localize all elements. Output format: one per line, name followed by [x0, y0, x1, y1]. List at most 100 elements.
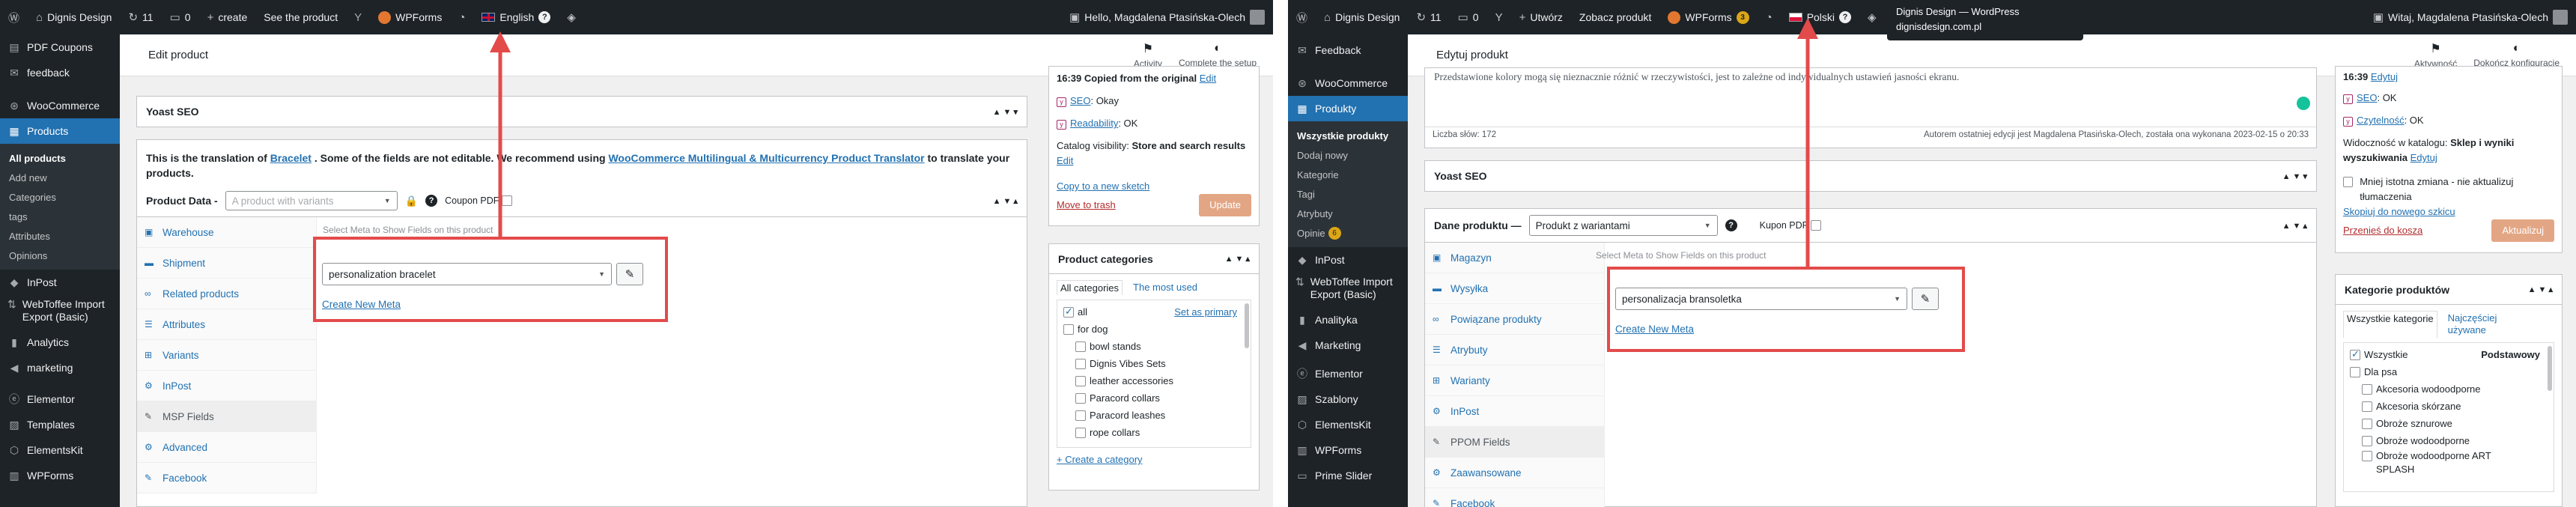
- submenu-attributes[interactable]: Attributes: [0, 226, 120, 246]
- menu-item-pdf-coupons[interactable]: ▤ PDF Coupons: [0, 34, 120, 60]
- updates-link[interactable]: ↻ 11: [120, 0, 161, 34]
- menu-item-products[interactable]: ▦ Products: [0, 118, 120, 144]
- product-type-select[interactable]: A product with variants ▼: [225, 191, 398, 210]
- tab-msp-fields[interactable]: ✎ MSP Fields: [137, 401, 316, 432]
- menu-item-feedback[interactable]: ✉ feedback: [0, 60, 120, 85]
- category-scrollbar[interactable]: [1245, 303, 1249, 348]
- category-checkbox[interactable]: [2362, 435, 2372, 446]
- tab-ppom-fields[interactable]: ✎ PPOM Fields: [1425, 427, 1604, 458]
- category-item[interactable]: Dla psa: [2350, 363, 2548, 380]
- tab-variants[interactable]: ⊞ Variants: [137, 340, 316, 371]
- box-controls[interactable]: ▲ ▼ ▾: [2282, 171, 2307, 181]
- category-item[interactable]: leather accessories: [1063, 372, 1245, 389]
- grammarly-icon[interactable]: [2297, 97, 2310, 110]
- copy-sketch-link[interactable]: Skopiuj do nowego szkicu: [2343, 204, 2554, 219]
- minor-change-option[interactable]: Mniej istotna zmiana - nie aktualizuj tł…: [2343, 174, 2554, 204]
- box-controls[interactable]: ▲ ▼ ▴: [993, 196, 1018, 206]
- create-category-link[interactable]: + Create a category: [1057, 454, 1251, 465]
- readability-link[interactable]: Readability: [1070, 118, 1118, 129]
- tab-variants[interactable]: ⊞ Warianty: [1425, 365, 1604, 396]
- updates-link[interactable]: ↻ 11: [1408, 0, 1449, 34]
- view-product-link[interactable]: See the product: [255, 0, 346, 34]
- yoast-menu[interactable]: Y: [1487, 0, 1511, 34]
- category-checkbox[interactable]: [2362, 418, 2372, 429]
- category-checkbox[interactable]: [1075, 427, 1086, 438]
- box-controls[interactable]: ▲ ▼ ▴: [2528, 285, 2553, 294]
- box-controls[interactable]: ▲ ▼ ▾: [993, 107, 1018, 117]
- original-product-link[interactable]: Bracelet: [270, 152, 312, 164]
- yoast-menu[interactable]: Y: [346, 0, 370, 34]
- category-item[interactable]: allSet as primary: [1063, 303, 1245, 321]
- category-item[interactable]: Paracord leashes: [1063, 407, 1245, 424]
- seo-menu[interactable]: ◈: [1859, 0, 1885, 34]
- wp-logo[interactable]: Ⓦ: [1288, 0, 1316, 34]
- category-item[interactable]: Obroże sznurowe: [2350, 415, 2548, 432]
- activity-button[interactable]: ⚑ Activity: [1134, 41, 1162, 69]
- menu-item-inpost[interactable]: ◆ InPost: [1288, 247, 1408, 273]
- category-checkbox[interactable]: [2350, 366, 2360, 377]
- submenu-tags[interactable]: tags: [0, 207, 120, 226]
- edit-meta-button[interactable]: ✎: [616, 263, 643, 285]
- submenu-add-new[interactable]: Add new: [0, 168, 120, 187]
- category-item[interactable]: bowl stands: [1063, 338, 1245, 355]
- menu-item-inpost[interactable]: ◆ InPost: [0, 270, 120, 295]
- category-checkbox[interactable]: [1075, 375, 1086, 386]
- category-checkbox[interactable]: [1075, 358, 1086, 369]
- yoast-seo-header[interactable]: Yoast SEO ▲ ▼ ▾: [137, 97, 1027, 127]
- activity-button[interactable]: ⚑ Aktywność: [2414, 41, 2457, 69]
- menu-item-prime-slider[interactable]: ▭ Prime Slider: [1288, 463, 1408, 488]
- complete-setup-button[interactable]: ◐ Dokończ konfigurację: [2473, 42, 2560, 68]
- set-primary-link[interactable]: Set as primary: [1174, 306, 1237, 318]
- menu-item-wpforms[interactable]: ▥ WPForms: [1288, 437, 1408, 463]
- submenu-all-products[interactable]: All products: [0, 148, 120, 168]
- update-button[interactable]: Update: [1199, 194, 1251, 216]
- site-name-link[interactable]: ⌂ Dignis Design: [28, 0, 120, 34]
- performance-menu[interactable]: ◔: [450, 0, 473, 34]
- submenu-opinions[interactable]: Opinions: [0, 246, 120, 265]
- category-item[interactable]: WszystkiePodstawowy: [2350, 346, 2548, 363]
- category-checkbox[interactable]: [1075, 341, 1086, 352]
- menu-item-products[interactable]: ▦ Produkty: [1288, 96, 1408, 121]
- menu-item-templates[interactable]: ▨ Szablony: [1288, 386, 1408, 412]
- view-product-link[interactable]: Zobacz produkt: [1571, 0, 1660, 34]
- tab-most-used[interactable]: The most used: [1133, 280, 1197, 295]
- complete-setup-button[interactable]: ◐ Complete the setup: [1179, 42, 1257, 68]
- menu-item-analytics[interactable]: ▮ Analityka: [1288, 307, 1408, 333]
- category-checkbox[interactable]: [2362, 383, 2372, 395]
- create-new-meta-link[interactable]: Create New Meta: [322, 299, 401, 310]
- category-checkbox[interactable]: [2350, 348, 2360, 360]
- menu-item-feedback[interactable]: ✉ Feedback: [1288, 37, 1408, 63]
- tab-facebook[interactable]: ✎ Facebook: [1425, 488, 1604, 507]
- category-item[interactable]: Obroże wodoodporne ART SPLASH: [2350, 449, 2548, 479]
- create-new-meta-link[interactable]: Create New Meta: [1615, 324, 1694, 335]
- submenu-all-products[interactable]: Wszystkie produkty: [1288, 126, 1408, 145]
- tab-advanced[interactable]: ⚙ Zaawansowane: [1425, 458, 1604, 488]
- category-item[interactable]: Dignis Vibes Sets: [1063, 355, 1245, 372]
- menu-item-wpforms[interactable]: ▥ WPForms: [0, 463, 120, 488]
- meta-select[interactable]: personalizacja bransoletka ▼: [1615, 288, 1907, 310]
- tab-warehouse[interactable]: ▣ Magazyn: [1425, 243, 1604, 273]
- menu-item-elementskit[interactable]: ⬡ ElementsKit: [0, 437, 120, 463]
- wpforms-menu[interactable]: WPForms 3: [1659, 0, 1757, 34]
- new-content-link[interactable]: + create: [199, 0, 256, 34]
- submenu-add-new[interactable]: Dodaj nowy: [1288, 145, 1408, 165]
- submenu-opinions[interactable]: Opinie 6: [1288, 223, 1408, 243]
- category-checkbox[interactable]: [1075, 410, 1086, 421]
- translator-link[interactable]: WooCommerce Multilingual & Multicurrency…: [608, 152, 924, 164]
- readability-link[interactable]: Czytelność: [2357, 115, 2405, 126]
- seo-link[interactable]: SEO: [1070, 95, 1090, 106]
- tab-shipment[interactable]: ▬ Wysyłka: [1425, 273, 1604, 304]
- product-type-select[interactable]: Produkt z wariantami ▼: [1528, 215, 1718, 236]
- catalog-edit-link[interactable]: Edit: [1057, 155, 1073, 166]
- wp-logo[interactable]: Ⓦ: [0, 0, 28, 34]
- category-checkbox[interactable]: [1075, 392, 1086, 404]
- edit-date-link[interactable]: Edytuj: [2371, 71, 2398, 82]
- menu-item-templates[interactable]: ▨ Templates: [0, 412, 120, 437]
- submenu-tags[interactable]: Tagi: [1288, 184, 1408, 204]
- submenu-categories[interactable]: Categories: [0, 187, 120, 207]
- trash-link[interactable]: Move to trash: [1057, 198, 1116, 213]
- menu-item-woocommerce[interactable]: ⊛ WooCommerce: [1288, 70, 1408, 96]
- category-item[interactable]: Paracord collars: [1063, 389, 1245, 407]
- menu-item-elementor[interactable]: ⓔ Elementor: [1288, 361, 1408, 386]
- account-menu[interactable]: ▣ Hello, Magdalena Ptasińska-Olech: [1061, 0, 1273, 34]
